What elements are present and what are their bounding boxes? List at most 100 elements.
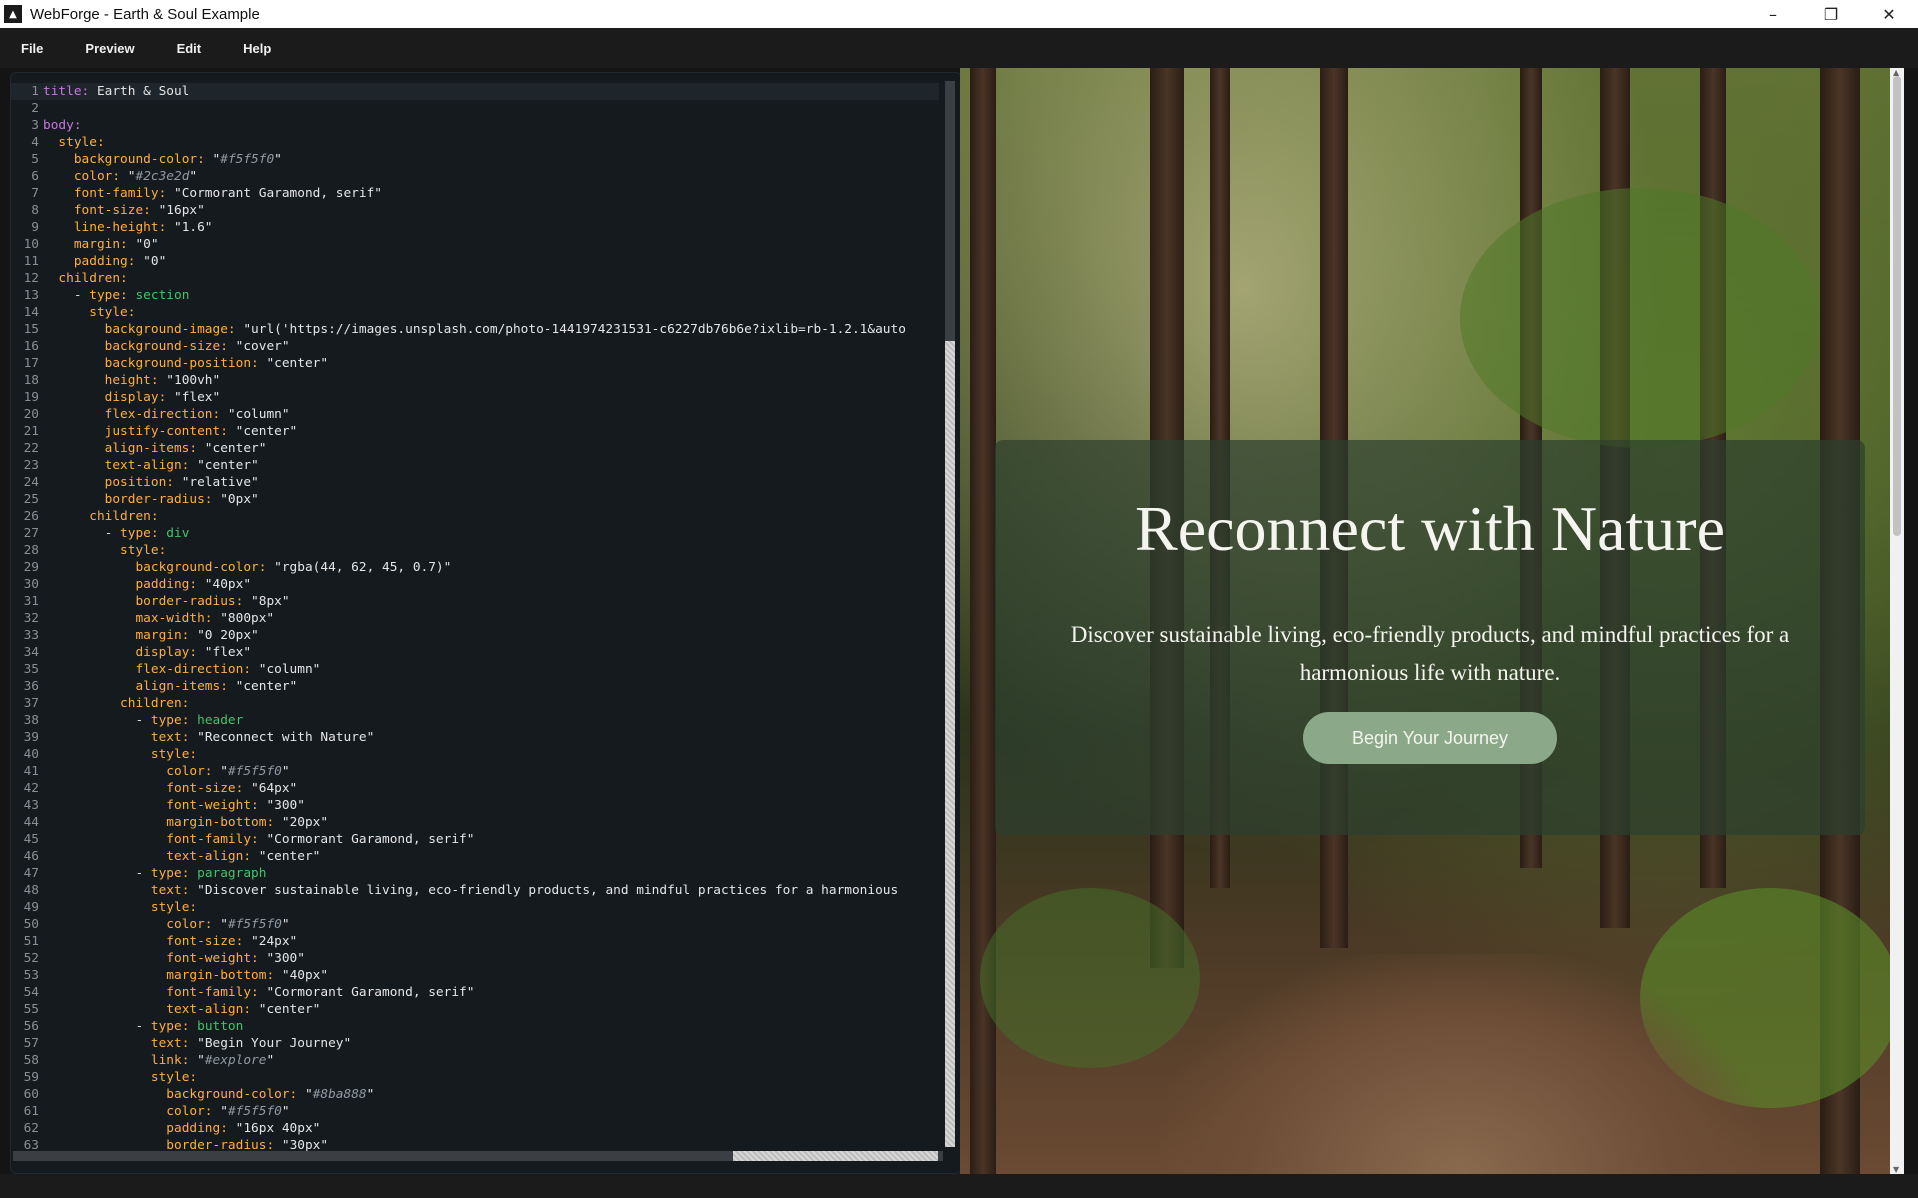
code-line[interactable]: 39 text: "Reconnect with Nature" [11, 729, 939, 746]
line-text: style: [43, 899, 939, 916]
code-token: "Reconnect with Nature" [189, 730, 375, 745]
code-line[interactable]: 17 background-position: "center" [11, 355, 939, 372]
code-editor[interactable]: 1 title: Earth & Soul 2 3 body: 4 style: 5 bac… [10, 72, 962, 1174]
code-line[interactable]: 61 color: "#f5f5f0" [11, 1103, 939, 1120]
code-line[interactable]: 13 - type: section [11, 287, 939, 304]
code-token: type: [89, 288, 128, 303]
code-line[interactable]: 34 display: "flex" [11, 644, 939, 661]
code-line[interactable]: 41 color: "#f5f5f0" [11, 763, 939, 780]
preview-vertical-scroll-thumb[interactable] [1893, 76, 1901, 536]
menu-preview[interactable]: Preview [64, 41, 155, 56]
preview-vertical-scrollbar[interactable]: ▲ ▼ [1890, 68, 1904, 1174]
editor-vertical-scrollbar[interactable] [945, 81, 955, 1147]
code-line[interactable]: 45 font-family: "Cormorant Garamond, ser… [11, 831, 939, 848]
code-token: margin: [135, 628, 190, 643]
code-line[interactable]: 47 - type: paragraph [11, 865, 939, 882]
code-line[interactable]: 62 padding: "16px 40px" [11, 1120, 939, 1137]
editor-horizontal-scroll-thumb[interactable] [733, 1151, 938, 1161]
code-line[interactable]: 51 font-size: "24px" [11, 933, 939, 950]
code-line[interactable]: 37 children: [11, 695, 939, 712]
code-line[interactable]: 15 background-image: "url('https://image… [11, 321, 939, 338]
editor-vertical-scroll-thumb[interactable] [945, 341, 955, 1147]
line-number: 7 [31, 186, 39, 201]
scroll-down-icon[interactable]: ▼ [1893, 1165, 1899, 1174]
code-line[interactable]: 22 align-items: "center" [11, 440, 939, 457]
code-token: "Begin Your Journey" [189, 1036, 352, 1051]
code-line[interactable]: 21 justify-content: "center" [11, 423, 939, 440]
code-line[interactable]: 35 flex-direction: "column" [11, 661, 939, 678]
code-line[interactable]: 49 style: [11, 899, 939, 916]
code-line[interactable]: 42 font-size: "64px" [11, 780, 939, 797]
code-line[interactable]: 40 style: [11, 746, 939, 763]
code-token: #f5f5f0 [227, 764, 282, 779]
code-line[interactable]: 3 body: [11, 117, 939, 134]
code-line[interactable]: 31 border-radius: "8px" [11, 593, 939, 610]
code-line[interactable]: 52 font-weight: "300" [11, 950, 939, 967]
line-text: children: [43, 508, 939, 525]
code-line[interactable]: 57 text: "Begin Your Journey" [11, 1035, 939, 1052]
menu-file[interactable]: File [0, 41, 64, 56]
code-line[interactable]: 5 background-color: "#f5f5f0" [11, 151, 939, 168]
code-line[interactable]: 24 position: "relative" [11, 474, 939, 491]
code-line[interactable]: 16 background-size: "cover" [11, 338, 939, 355]
code-line[interactable]: 8 font-size: "16px" [11, 202, 939, 219]
code-line[interactable]: 59 style: [11, 1069, 939, 1086]
code-token: type: [120, 526, 159, 541]
code-line[interactable]: 53 margin-bottom: "40px" [11, 967, 939, 984]
begin-journey-button[interactable]: Begin Your Journey [1303, 712, 1557, 764]
code-line[interactable]: 36 align-items: "center" [11, 678, 939, 695]
code-line[interactable]: 58 link: "#explore" [11, 1052, 939, 1069]
code-line[interactable]: 11 padding: "0" [11, 253, 939, 270]
minimize-icon[interactable]: – [1744, 0, 1802, 28]
menu-edit[interactable]: Edit [156, 41, 223, 56]
code-line[interactable]: 43 font-weight: "300" [11, 797, 939, 814]
line-number: 23 [23, 458, 39, 473]
editor-horizontal-scrollbar[interactable] [13, 1151, 943, 1161]
code-line[interactable]: 4 style: [11, 134, 939, 151]
code-line[interactable]: 44 margin-bottom: "20px" [11, 814, 939, 831]
code-line[interactable]: 25 border-radius: "0px" [11, 491, 939, 508]
restore-icon[interactable]: ❐ [1802, 0, 1860, 28]
code-line[interactable]: 60 background-color: "#8ba888" [11, 1086, 939, 1103]
code-line[interactable]: 23 text-align: "center" [11, 457, 939, 474]
code-line[interactable]: 55 text-align: "center" [11, 1001, 939, 1018]
code-token: "column" [251, 662, 321, 677]
code-line[interactable]: 19 display: "flex" [11, 389, 939, 406]
code-line[interactable]: 38 - type: header [11, 712, 939, 729]
code-token: style: [120, 543, 167, 558]
code-line[interactable]: 32 max-width: "800px" [11, 610, 939, 627]
line-number: 36 [23, 679, 39, 694]
code-line[interactable]: 33 margin: "0 20px" [11, 627, 939, 644]
menu-help[interactable]: Help [222, 41, 292, 56]
line-number: 52 [23, 951, 39, 966]
code-line[interactable]: 2 [11, 100, 939, 117]
code-line[interactable]: 14 style: [11, 304, 939, 321]
code-line[interactable]: 46 text-align: "center" [11, 848, 939, 865]
code-line[interactable]: 26 children: [11, 508, 939, 525]
code-line[interactable]: 18 height: "100vh" [11, 372, 939, 389]
code-line[interactable]: 30 padding: "40px" [11, 576, 939, 593]
code-line[interactable]: 6 color: "#2c3e2d" [11, 168, 939, 185]
code-token: " [281, 917, 290, 932]
line-number: 51 [23, 934, 39, 949]
code-token: "rgba(44, 62, 45, 0.7)" [266, 560, 452, 575]
code-line[interactable]: 7 font-family: "Cormorant Garamond, seri… [11, 185, 939, 202]
code-line[interactable]: 56 - type: button [11, 1018, 939, 1035]
code-line[interactable]: 50 color: "#f5f5f0" [11, 916, 939, 933]
code-line[interactable]: 9 line-height: "1.6" [11, 219, 939, 236]
code-line[interactable]: 28 style: [11, 542, 939, 559]
close-icon[interactable]: ✕ [1860, 0, 1918, 28]
code-lines[interactable]: 1 title: Earth & Soul 2 3 body: 4 style: 5 bac… [11, 83, 939, 1154]
code-token: font-family: [166, 832, 259, 847]
code-line[interactable]: 12 children: [11, 270, 939, 287]
code-line[interactable]: 20 flex-direction: "column" [11, 406, 939, 423]
code-line[interactable]: 27 - type: div [11, 525, 939, 542]
code-line[interactable]: 54 font-family: "Cormorant Garamond, ser… [11, 984, 939, 1001]
code-line[interactable]: 48 text: "Discover sustainable living, e… [11, 882, 939, 899]
code-line[interactable]: 29 background-color: "rgba(44, 62, 45, 0… [11, 559, 939, 576]
code-line[interactable]: 10 margin: "0" [11, 236, 939, 253]
code-line[interactable]: 1 title: Earth & Soul [11, 83, 939, 100]
code-token: text-align: [166, 849, 252, 864]
